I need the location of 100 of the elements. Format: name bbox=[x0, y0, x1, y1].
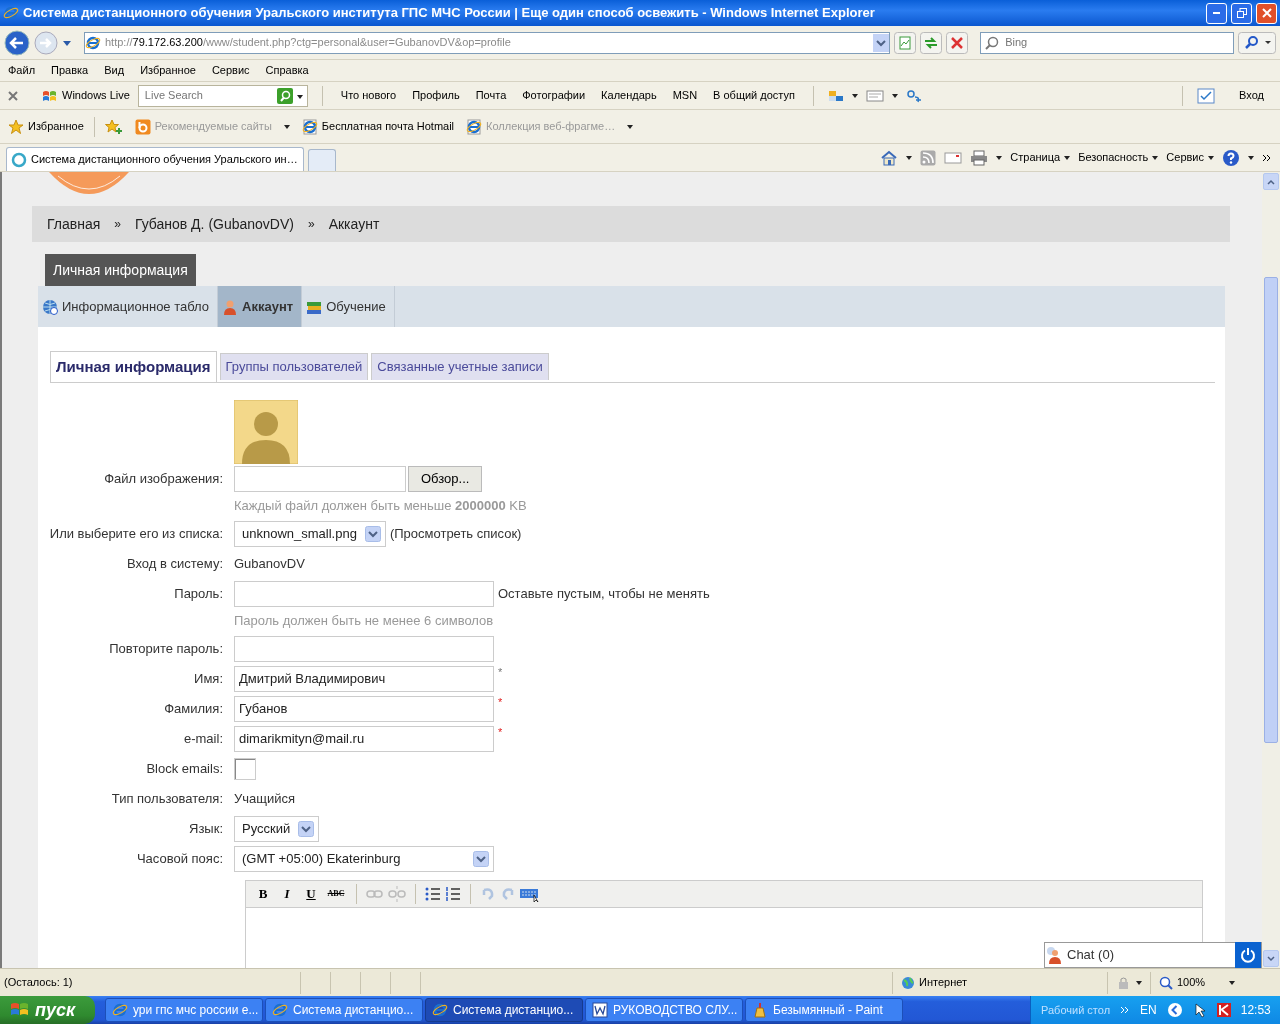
translate-icon[interactable] bbox=[905, 87, 922, 104]
print-icon[interactable] bbox=[970, 149, 989, 166]
checkbox[interactable] bbox=[234, 757, 256, 780]
caret-icon[interactable] bbox=[851, 93, 858, 98]
caret-icon[interactable] bbox=[906, 155, 913, 160]
scrollbar-thumb[interactable] bbox=[1264, 277, 1278, 743]
brand-link[interactable]: Windows Live bbox=[62, 87, 130, 104]
restore-button[interactable] bbox=[1231, 2, 1252, 24]
caret-icon[interactable] bbox=[996, 155, 1003, 160]
search-box[interactable]: Bing bbox=[980, 31, 1234, 54]
add-favorite-icon[interactable] bbox=[104, 118, 123, 135]
menu-item[interactable]: Правка bbox=[43, 62, 97, 79]
view-list-link[interactable]: (Просмотреть список) bbox=[389, 523, 522, 544]
chat-widget[interactable]: Chat (0) bbox=[1044, 942, 1262, 968]
taskbar-item[interactable]: Безымянный - Paint bbox=[745, 998, 903, 1022]
select-field[interactable]: Русский bbox=[234, 815, 320, 842]
taskbar-item[interactable]: Система дистанцио... bbox=[425, 998, 583, 1022]
select-field[interactable]: unknown_small.png bbox=[234, 520, 386, 547]
password-field[interactable] bbox=[234, 580, 494, 607]
scroll-up-icon[interactable] bbox=[1267, 178, 1275, 185]
menu-item[interactable]: Вид bbox=[96, 62, 133, 79]
taskbar-item[interactable]: РУКОВОДСТВО СЛУ... bbox=[585, 998, 743, 1022]
breadcrumb-separator: » bbox=[114, 216, 121, 233]
file-path-field[interactable] bbox=[234, 465, 406, 492]
toolbar-link[interactable]: Почта bbox=[471, 87, 511, 104]
mail-icon[interactable] bbox=[944, 150, 963, 165]
browser-tab[interactable]: Система дистанционного обучения Уральского ин… bbox=[6, 147, 304, 171]
search-icon[interactable] bbox=[1238, 31, 1276, 54]
breadcrumb-link[interactable]: Главная bbox=[47, 213, 101, 235]
menu-item[interactable]: Справка bbox=[257, 62, 317, 79]
field-label: Язык: bbox=[188, 819, 224, 838]
toolbar-link[interactable]: MSN bbox=[668, 87, 702, 104]
tray-icon[interactable] bbox=[1192, 1002, 1207, 1018]
toolbar-link[interactable]: Профиль bbox=[408, 87, 464, 104]
minimize-icon bbox=[1213, 12, 1220, 14]
zoom-button[interactable]: 100% bbox=[1177, 974, 1236, 991]
scroll-down-icon[interactable] bbox=[1267, 955, 1275, 962]
nav-tab[interactable]: Аккаунт bbox=[218, 286, 303, 327]
format-button[interactable]: B bbox=[252, 882, 274, 905]
password-field[interactable] bbox=[234, 635, 494, 662]
caret-icon[interactable] bbox=[296, 95, 303, 100]
sign-in-link[interactable]: Вход bbox=[1239, 87, 1264, 104]
sub-tab[interactable]: Связанные учетные записи bbox=[371, 353, 549, 380]
command-menu[interactable]: Страница bbox=[1010, 149, 1071, 166]
select-field[interactable]: (GMT +05:00) Ekaterinburg bbox=[234, 845, 494, 872]
sub-tab[interactable]: Группы пользователей bbox=[219, 353, 369, 380]
back-icon[interactable] bbox=[4, 29, 30, 56]
field-value: Учащийся bbox=[234, 789, 296, 808]
favorites-button[interactable]: Избранное bbox=[8, 118, 84, 135]
sub-tab[interactable]: Личная информация bbox=[50, 351, 217, 382]
bullet-list-icon[interactable] bbox=[424, 885, 442, 902]
power-icon[interactable] bbox=[1240, 947, 1256, 963]
url-text: http://79.172.63.200/www/student.php?ctg=personal&user=GubanovDV&op=profile bbox=[105, 35, 512, 51]
home-icon[interactable] bbox=[880, 149, 899, 166]
refresh-icon[interactable] bbox=[920, 31, 943, 54]
help-icon[interactable] bbox=[1222, 148, 1240, 167]
toolbar-link[interactable]: В общий доступ bbox=[709, 87, 799, 104]
caret-icon[interactable] bbox=[1248, 155, 1254, 160]
vertical-scrollbar[interactable] bbox=[1262, 172, 1280, 968]
breadcrumb-link[interactable]: Губанов Д. (GubanovDV) bbox=[135, 213, 294, 235]
widget-icon[interactable] bbox=[827, 88, 844, 103]
address-field[interactable]: http://79.172.63.200/www/student.php?ctg=personal&user=GubanovDV&op=profile bbox=[84, 31, 891, 54]
live-search-box[interactable]: Live Search bbox=[137, 84, 308, 107]
toolbar-link[interactable]: Что нового bbox=[336, 87, 401, 104]
toolbar-link[interactable]: Фотографии bbox=[518, 87, 590, 104]
dropdown-icon[interactable] bbox=[873, 33, 890, 52]
checklist-icon[interactable] bbox=[1197, 87, 1216, 104]
minimize-button[interactable] bbox=[1206, 2, 1227, 24]
antivirus-icon[interactable] bbox=[1216, 1003, 1231, 1017]
caret-icon[interactable] bbox=[891, 93, 898, 98]
dropdown-icon[interactable] bbox=[298, 820, 315, 837]
browse-button[interactable]: Обзор... bbox=[408, 465, 483, 492]
zoom-icon[interactable] bbox=[1159, 975, 1173, 990]
command-menu[interactable]: Сервис bbox=[1166, 149, 1214, 166]
menu-item[interactable]: Избранное bbox=[132, 62, 204, 79]
stop-icon[interactable] bbox=[946, 31, 969, 54]
menu-item[interactable]: Файл bbox=[0, 62, 44, 79]
toolbar-link[interactable]: Календарь bbox=[597, 87, 661, 104]
close-icon[interactable] bbox=[8, 90, 18, 101]
format-button[interactable]: I bbox=[276, 882, 298, 905]
numbered-list-icon[interactable] bbox=[444, 885, 462, 902]
start-button[interactable]: пуск bbox=[0, 996, 95, 1024]
breadcrumb-link[interactable]: Аккаунт bbox=[328, 213, 380, 235]
format-button[interactable]: ABC bbox=[324, 882, 348, 905]
feed-icon[interactable] bbox=[920, 149, 937, 166]
taskbar-item[interactable]: ури гпс мчс россии е... bbox=[105, 998, 263, 1022]
text-field[interactable]: dimarikmityn@mail.ru bbox=[234, 725, 494, 752]
text-field[interactable]: Дмитрий Владимирович bbox=[234, 665, 494, 692]
taskbar-item[interactable]: Система дистанцио... bbox=[265, 998, 423, 1022]
caret-icon[interactable] bbox=[1136, 980, 1142, 985]
text-field[interactable]: Губанов bbox=[234, 695, 494, 722]
dropdown-icon[interactable] bbox=[364, 525, 381, 542]
command-menu[interactable]: Безопасность bbox=[1078, 149, 1159, 166]
chevron-icon[interactable] bbox=[1262, 152, 1272, 163]
dropdown-icon[interactable] bbox=[473, 850, 489, 867]
nav-tab[interactable]: Обучение bbox=[302, 286, 395, 327]
menu-item[interactable]: Сервис bbox=[203, 62, 258, 79]
close-button[interactable] bbox=[1256, 2, 1277, 24]
favorite-link[interactable]: Бесплатная почта Hotmail bbox=[301, 118, 455, 135]
format-button[interactable]: U bbox=[300, 882, 322, 905]
